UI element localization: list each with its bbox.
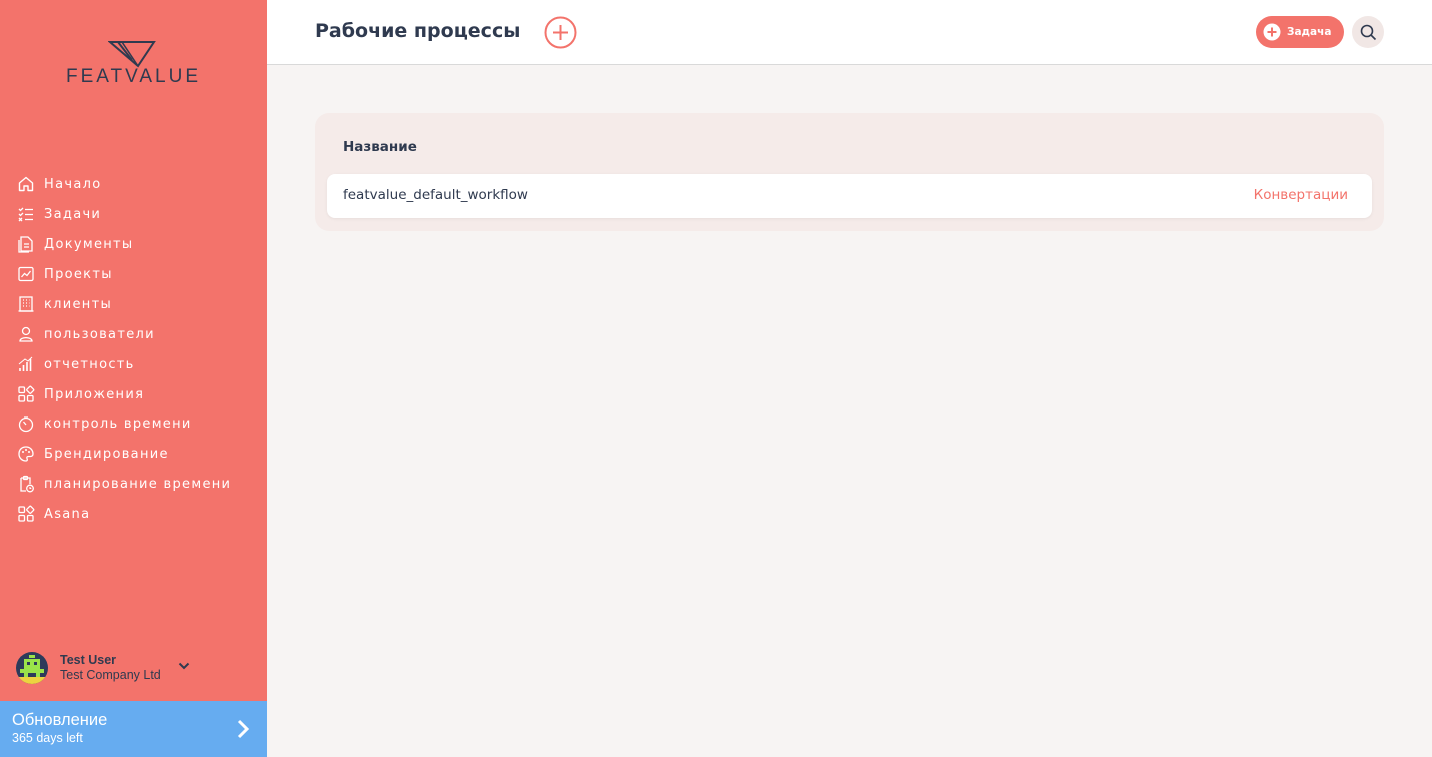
sidebar-item-asana[interactable]: Asana xyxy=(0,499,267,529)
sidebar-item-clients[interactable]: клиенты xyxy=(0,289,267,319)
building-icon xyxy=(17,295,35,313)
stopwatch-icon xyxy=(17,415,35,433)
featvalue-logo[interactable]: FEATVALUE xyxy=(46,40,221,90)
sidebar-item-label: планирование времени xyxy=(44,476,232,492)
sidebar-item-branding[interactable]: Брендирование xyxy=(0,439,267,469)
chevron-down-icon[interactable] xyxy=(177,659,191,673)
sidebar-item-projects[interactable]: Проекты xyxy=(0,259,267,289)
sidebar-item-label: клиенты xyxy=(44,296,113,312)
sidebar-item-tasks[interactable]: Задачи xyxy=(0,199,267,229)
sidebar-item-time-planning[interactable]: планирование времени xyxy=(0,469,267,499)
avatar xyxy=(16,652,48,684)
apps-grid-icon xyxy=(17,385,35,403)
page-title: Рабочие процессы xyxy=(315,20,521,42)
sidebar-nav: Начало Задачи Документы Проекты клиенты xyxy=(0,169,267,529)
sidebar-item-label: Документы xyxy=(44,236,134,252)
chart-board-icon xyxy=(17,265,35,283)
conversions-link[interactable]: Конвертации xyxy=(1254,187,1348,203)
sidebar-item-users[interactable]: пользователи xyxy=(0,319,267,349)
sidebar-item-reports[interactable]: отчетность xyxy=(0,349,267,379)
sidebar-item-home[interactable]: Начало xyxy=(0,169,267,199)
document-icon xyxy=(17,235,35,253)
search-button[interactable] xyxy=(1352,16,1384,48)
sidebar-item-label: Брендирование xyxy=(44,446,169,462)
sidebar-item-apps[interactable]: Приложения xyxy=(0,379,267,409)
home-icon xyxy=(17,175,35,193)
chevron-right-icon xyxy=(237,719,250,739)
clipboard-clock-icon xyxy=(17,475,35,493)
user-menu[interactable]: Test User Test Company Ltd xyxy=(16,652,256,688)
upgrade-title: Обновление xyxy=(12,711,108,729)
sidebar-item-label: контроль времени xyxy=(44,416,192,432)
plus-circle-icon xyxy=(1263,23,1281,41)
sidebar-item-label: Asana xyxy=(44,506,91,522)
sidebar-item-label: Начало xyxy=(44,176,102,192)
sidebar-item-label: отчетность xyxy=(44,356,135,372)
user-company: Test Company Ltd xyxy=(60,668,161,682)
user-icon xyxy=(17,325,35,343)
table-row[interactable]: featvalue_default_workflow Конвертации xyxy=(327,174,1372,218)
column-header-name: Название xyxy=(343,139,417,155)
search-icon xyxy=(1360,24,1376,40)
upgrade-banner[interactable]: Обновление 365 days left xyxy=(0,701,267,757)
logo-text: FEATVALUE xyxy=(65,66,202,87)
logo-mark-icon xyxy=(108,41,156,68)
sidebar-item-label: Задачи xyxy=(44,206,102,222)
sidebar-item-documents[interactable]: Документы xyxy=(0,229,267,259)
apps-grid-icon xyxy=(17,505,35,523)
user-name: Test User xyxy=(60,653,117,667)
workflows-table: Название featvalue_default_workflow Конв… xyxy=(315,113,1384,231)
bar-chart-icon xyxy=(17,355,35,373)
add-workflow-button[interactable] xyxy=(544,16,577,49)
sidebar-item-time-tracking[interactable]: контроль времени xyxy=(0,409,267,439)
workflow-name[interactable]: featvalue_default_workflow xyxy=(343,187,528,203)
add-task-button[interactable]: Задача xyxy=(1256,16,1344,48)
palette-icon xyxy=(17,445,35,463)
task-list-icon xyxy=(17,205,35,223)
add-task-label: Задача xyxy=(1287,26,1332,38)
sidebar: FEATVALUE Начало Задачи Документы Проект… xyxy=(0,0,267,757)
sidebar-item-label: Приложения xyxy=(44,386,145,402)
sidebar-item-label: Проекты xyxy=(44,266,113,282)
upgrade-days-left: 365 days left xyxy=(12,731,83,745)
page-header: Рабочие процессы Задача xyxy=(267,0,1432,65)
sidebar-item-label: пользователи xyxy=(44,326,155,342)
